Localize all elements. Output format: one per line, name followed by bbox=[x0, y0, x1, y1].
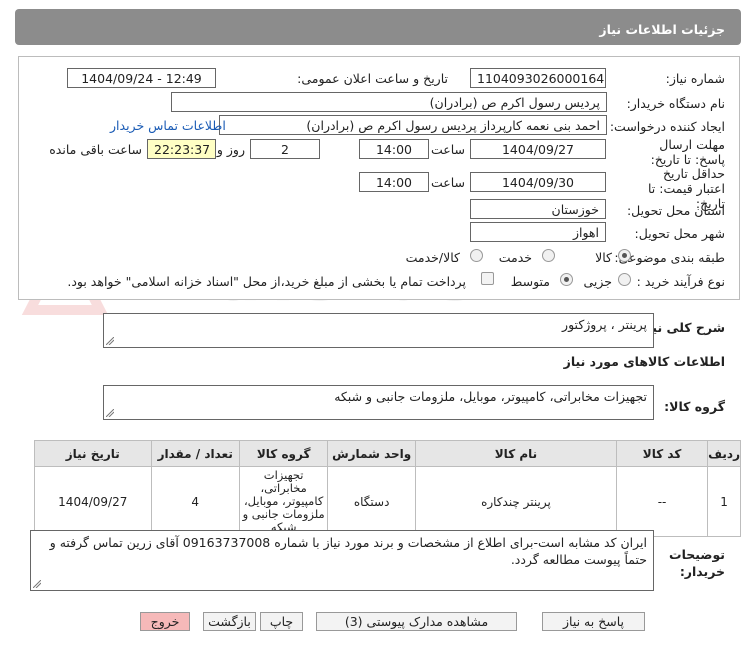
view-attachments-button[interactable]: مشاهده مدارک پیوستی (3) bbox=[316, 612, 517, 631]
reply-button[interactable]: پاسخ به نیاز bbox=[542, 612, 645, 631]
buyer-notes-label: توضیحات خریدار: bbox=[669, 547, 725, 579]
cell-name: پرینتر چندکاره bbox=[414, 466, 617, 537]
goods-section-title: اطلاعات کالاهای مورد نیاز bbox=[563, 354, 725, 369]
resize-handle-icon[interactable] bbox=[33, 580, 41, 588]
process-medium-radio[interactable] bbox=[560, 273, 573, 286]
col-unit-header: واحد شمارش bbox=[327, 440, 416, 467]
requester-label: ایجاد کننده درخواست: bbox=[609, 119, 725, 134]
city-label: شهر محل تحویل: bbox=[634, 226, 725, 241]
cell-qty: 4 bbox=[150, 466, 240, 537]
buyer-notes-field: ایران کد مشابه است-برای اطلاع از مشخصات … bbox=[30, 530, 654, 591]
validity-date-field: 1404/09/30 bbox=[470, 172, 606, 192]
col-row-header: ردیف bbox=[707, 440, 741, 467]
treasury-payment-checkbox[interactable] bbox=[481, 272, 494, 285]
remaining-label: ساعت باقی مانده bbox=[49, 142, 142, 157]
goods-group-text: تجهیزات مخابراتی، کامپیوتر، موبایل، ملزو… bbox=[334, 389, 647, 404]
cell-code: -- bbox=[615, 466, 709, 537]
days-label: روز و bbox=[216, 142, 245, 157]
category-goods-label: کالا bbox=[595, 250, 612, 265]
back-button[interactable]: بازگشت bbox=[203, 612, 256, 631]
resize-handle-icon[interactable] bbox=[106, 409, 114, 417]
category-label: طبقه بندی موضوعی: bbox=[614, 250, 725, 265]
province-label: استان محل تحویل: bbox=[626, 203, 725, 218]
treasury-payment-note: پرداخت تمام یا بخشی از مبلغ خرید،از محل … bbox=[67, 274, 466, 289]
deadline-time-label: ساعت bbox=[430, 142, 465, 157]
contact-buyer-link[interactable]: اطلاعات تماس خریدار bbox=[110, 118, 226, 133]
table-row: 1 -- پرینتر چندکاره دستگاه تجهیزات مخابر… bbox=[34, 466, 741, 537]
requester-field: احمد بنی نعمه کارپرداز پردیس رسول اکرم ص… bbox=[219, 115, 607, 135]
process-small-label: جزیی bbox=[583, 274, 612, 289]
cell-date: 1404/09/27 bbox=[34, 466, 152, 537]
process-label: نوع فرآیند خرید : bbox=[636, 274, 725, 289]
summary-field: پرینتر ، پروژکتور bbox=[103, 313, 654, 348]
goods-group-label: گروه کالا: bbox=[664, 399, 725, 414]
remaining-time-field: 22:23:37 bbox=[147, 139, 216, 159]
goods-table: ردیف کد کالا نام کالا واحد شمارش گروه کا… bbox=[34, 440, 741, 537]
col-qty-header: تعداد / مقدار bbox=[150, 440, 240, 467]
page-header: جزئیات اطلاعات نیاز bbox=[15, 9, 741, 45]
need-number-label: شماره نیاز: bbox=[665, 71, 725, 86]
cell-group: تجهیزات مخابراتی، کامپیوتر، موبایل، ملزو… bbox=[238, 466, 329, 537]
announce-field: 1404/09/24 - 12:49 bbox=[67, 68, 216, 88]
col-group-header: گروه کالا bbox=[238, 440, 329, 467]
exit-button[interactable]: خروج bbox=[140, 612, 190, 631]
announce-label: تاریخ و ساعت اعلان عمومی: bbox=[297, 71, 448, 86]
province-field: خوزستان bbox=[470, 199, 606, 219]
category-service-label: خدمت bbox=[498, 250, 532, 265]
process-small-radio[interactable] bbox=[618, 273, 631, 286]
process-medium-label: متوسط bbox=[510, 274, 550, 289]
city-field: اهواز bbox=[470, 222, 606, 242]
validity-time-label: ساعت bbox=[430, 175, 465, 190]
goods-group-field: تجهیزات مخابراتی، کامپیوتر، موبایل، ملزو… bbox=[103, 385, 654, 420]
category-service-radio[interactable] bbox=[542, 249, 555, 262]
validity-time-field: 14:00 bbox=[359, 172, 429, 192]
buyer-org-label: نام دستگاه خریدار: bbox=[626, 96, 725, 111]
category-goods-radio[interactable] bbox=[618, 249, 631, 262]
col-name-header: نام کالا bbox=[414, 440, 617, 467]
category-goods-service-radio[interactable] bbox=[470, 249, 483, 262]
category-goods-service-label: کالا/خدمت bbox=[405, 250, 460, 265]
cell-unit: دستگاه bbox=[327, 466, 416, 537]
cell-row: 1 bbox=[707, 466, 741, 537]
col-code-header: کد کالا bbox=[615, 440, 709, 467]
days-field: 2 bbox=[250, 139, 320, 159]
col-date-header: تاریخ نیاز bbox=[34, 440, 152, 467]
page-title: جزئیات اطلاعات نیاز bbox=[599, 22, 725, 37]
deadline-date-field: 1404/09/27 bbox=[470, 139, 606, 159]
print-button[interactable]: چاپ bbox=[260, 612, 303, 631]
summary-text: پرینتر ، پروژکتور bbox=[562, 317, 647, 332]
goods-table-header: ردیف کد کالا نام کالا واحد شمارش گروه کا… bbox=[34, 440, 741, 467]
buyer-org-field: پردیس رسول اکرم ص (برادران) bbox=[171, 92, 607, 112]
need-number-field: 1104093026000164 bbox=[470, 68, 606, 88]
deadline-label: مهلت ارسال پاسخ: تا تاریخ: bbox=[650, 137, 725, 167]
buyer-notes-text: ایران کد مشابه است-برای اطلاع از مشخصات … bbox=[49, 535, 647, 567]
deadline-time-field: 14:00 bbox=[359, 139, 429, 159]
resize-handle-icon[interactable] bbox=[106, 337, 114, 345]
